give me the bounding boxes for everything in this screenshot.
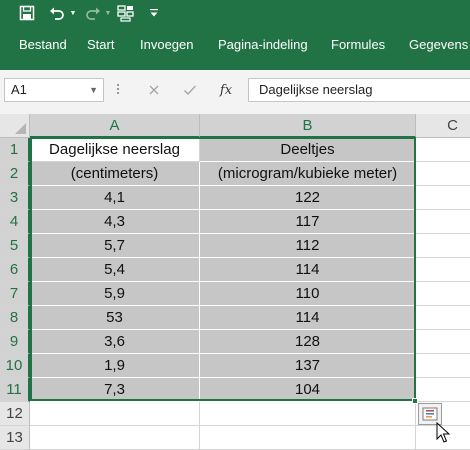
cell[interactable]: 110 [200, 282, 416, 306]
cell[interactable]: 1,9 [30, 354, 200, 378]
cell[interactable]: 128 [200, 330, 416, 354]
redo-dropdown-icon[interactable]: ▼ [103, 2, 113, 24]
drag-handle-icon[interactable] [116, 82, 120, 98]
cell[interactable] [416, 162, 470, 186]
cell[interactable]: 7,3 [30, 378, 200, 402]
name-box[interactable]: A1 ▼ [4, 78, 104, 102]
cell[interactable] [30, 426, 200, 450]
row-header[interactable]: 3 [0, 186, 30, 210]
cell[interactable]: 137 [200, 354, 416, 378]
row-header[interactable]: 1 [0, 138, 30, 162]
enter-check-icon[interactable] [178, 78, 202, 102]
quick-access-toolbar: ▼ ▼ [0, 0, 470, 28]
cell[interactable]: 5,9 [30, 282, 200, 306]
form-icon[interactable] [114, 2, 138, 24]
select-all-button[interactable] [0, 114, 30, 138]
redo-icon[interactable] [82, 2, 104, 24]
name-box-dropdown-icon[interactable]: ▼ [89, 79, 98, 101]
cell[interactable]: 122 [200, 186, 416, 210]
insert-function-button[interactable]: fx [214, 78, 238, 102]
cell[interactable] [416, 210, 470, 234]
cell[interactable] [416, 378, 470, 402]
fx-icon: fx [219, 82, 233, 98]
row-header[interactable]: 9 [0, 330, 30, 354]
cell[interactable]: (microgram/kubieke meter) [200, 162, 416, 186]
cell[interactable]: 114 [200, 306, 416, 330]
tab-bestand[interactable]: Bestand [19, 37, 67, 52]
row-header[interactable]: 7 [0, 282, 30, 306]
tab-gegevens[interactable]: Gegevens [409, 37, 468, 52]
row-header[interactable]: 13 [0, 426, 30, 450]
cell[interactable] [30, 402, 200, 426]
row-header[interactable]: 5 [0, 234, 30, 258]
cell[interactable]: 5,7 [30, 234, 200, 258]
tab-formules[interactable]: Formules [331, 37, 385, 52]
row-header[interactable]: 4 [0, 210, 30, 234]
cell[interactable] [416, 330, 470, 354]
cell[interactable] [416, 282, 470, 306]
pointer-cursor-icon [436, 421, 451, 449]
cell[interactable] [416, 186, 470, 210]
cell[interactable]: 117 [200, 210, 416, 234]
cell[interactable]: 114 [200, 258, 416, 282]
undo-icon[interactable] [46, 2, 68, 24]
active-cell[interactable]: Dagelijkse neerslag [30, 138, 200, 162]
cell[interactable] [416, 306, 470, 330]
cell[interactable] [416, 258, 470, 282]
row-header[interactable]: 10 [0, 354, 30, 378]
cell[interactable]: Deeltjes [200, 138, 416, 162]
row-header[interactable]: 8 [0, 306, 30, 330]
column-header-b[interactable]: B [200, 114, 416, 138]
column-header-a[interactable]: A [30, 114, 200, 138]
customize-qat-icon[interactable] [146, 2, 162, 24]
cell[interactable]: 3,6 [30, 330, 200, 354]
column-header-c[interactable]: C [416, 114, 470, 138]
tab-start[interactable]: Start [87, 37, 114, 52]
cell[interactable]: 104 [200, 378, 416, 402]
undo-dropdown-icon[interactable]: ▼ [68, 2, 78, 24]
row-header[interactable]: 2 [0, 162, 30, 186]
row-header[interactable]: 11 [0, 378, 30, 402]
ribbon-tabs: Bestand Start Invoegen Pagina-indeling F… [0, 28, 470, 70]
tab-invoegen[interactable]: Invoegen [140, 37, 194, 52]
formula-input[interactable]: Dagelijkse neerslag [248, 78, 470, 102]
cell[interactable]: 112 [200, 234, 416, 258]
tab-pagina-indeling[interactable]: Pagina-indeling [218, 37, 308, 52]
cell[interactable]: (centimeters) [30, 162, 200, 186]
formula-bar-area: A1 ▼ fx Dagelijkse neerslag [0, 70, 470, 114]
cell[interactable] [200, 426, 416, 450]
cell[interactable] [416, 234, 470, 258]
worksheet-grid[interactable]: A B C 1 Dagelijkse neerslag Deeltjes 2 (cent… [0, 114, 470, 450]
save-icon[interactable] [14, 2, 40, 24]
cell[interactable] [416, 354, 470, 378]
cancel-icon[interactable] [142, 78, 166, 102]
cell[interactable] [200, 402, 416, 426]
row-header[interactable]: 6 [0, 258, 30, 282]
cell[interactable]: 4,1 [30, 186, 200, 210]
cell[interactable] [416, 138, 470, 162]
row-header[interactable]: 12 [0, 402, 30, 426]
cell[interactable]: 53 [30, 306, 200, 330]
name-box-value: A1 [11, 82, 27, 97]
cell[interactable]: 4,3 [30, 210, 200, 234]
cell[interactable]: 5,4 [30, 258, 200, 282]
